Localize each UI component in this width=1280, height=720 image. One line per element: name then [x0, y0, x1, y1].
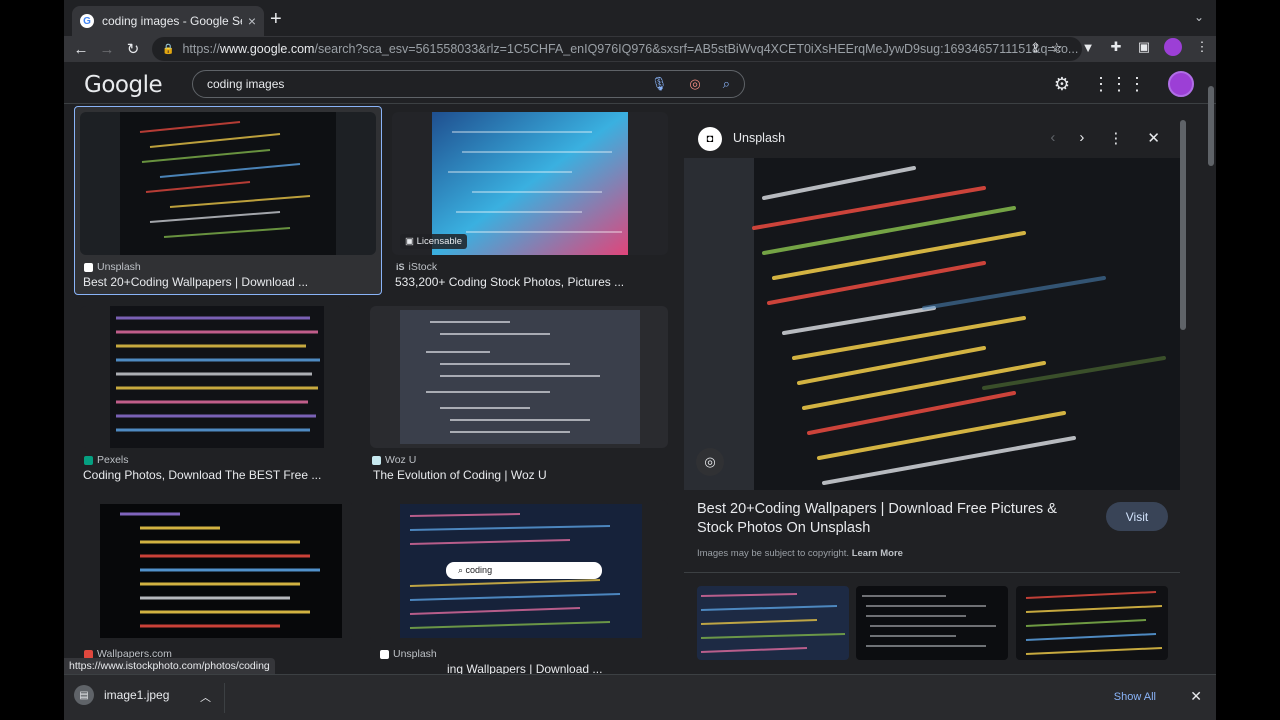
preview-scrollbar[interactable] — [1180, 120, 1186, 330]
preview-header: ◘ Unsplash ‹ › ⋮ ✕ — [684, 120, 1180, 158]
close-tab-icon[interactable]: × — [248, 13, 256, 29]
related-image[interactable] — [856, 586, 1008, 660]
preview-controls: ‹ › ⋮ ✕ — [1050, 129, 1160, 147]
back-icon[interactable]: ← — [68, 41, 94, 58]
url-prefix: https:// — [182, 42, 220, 56]
chevron-up-icon[interactable]: ︿ — [200, 689, 211, 705]
licensable-badge: ▣ Licensable — [400, 234, 468, 249]
preview-title[interactable]: Best 20+Coding Wallpapers | Download Fre… — [697, 500, 1097, 538]
source-name: Unsplash — [393, 648, 437, 660]
divider — [684, 572, 1180, 573]
status-bar-url: https://www.istockphoto.com/photos/codin… — [64, 658, 275, 674]
download-filename: image1.jpeg — [104, 688, 170, 702]
header-actions: ⚙ ⋮⋮⋮ — [1054, 71, 1194, 97]
preview-source[interactable]: Unsplash — [733, 131, 785, 145]
source-name: Unsplash — [97, 261, 141, 273]
learn-more-link[interactable]: Learn More — [852, 548, 903, 559]
result-source: iS iStock — [396, 261, 437, 273]
settings-gear-icon[interactable]: ⚙ — [1054, 74, 1070, 95]
tab-strip: G coding images - Google Search × + ⌄ — [64, 0, 1216, 36]
source-name: iStock — [408, 261, 438, 273]
result-title[interactable]: Coding Photos, Download The BEST Free ..… — [83, 468, 321, 482]
source-name: Pexels — [97, 454, 129, 466]
downloads-bar: ▤ image1.jpeg ︿ Show All ✕ — [64, 674, 1216, 720]
new-tab-button[interactable]: + — [270, 8, 282, 31]
overlay-text: coding — [465, 565, 493, 575]
search-icon[interactable]: ⌕ — [723, 76, 730, 92]
badge-text: Licensable — [416, 236, 463, 247]
related-image[interactable] — [1016, 586, 1168, 660]
url-host: www.google.com — [219, 42, 315, 56]
unsplash-logo-icon: ◘ — [698, 127, 722, 151]
preview-image[interactable]: ◎ — [684, 158, 1180, 490]
unsplash-icon — [84, 262, 93, 272]
browser-window: G coding images - Google Search × + ⌄ ← … — [64, 0, 1216, 720]
side-panel-icon[interactable]: ▣ — [1136, 39, 1152, 55]
divider — [224, 683, 225, 713]
copyright-notice: Images may be subject to copyright. Lear… — [697, 548, 903, 559]
unsplash-icon — [380, 649, 389, 659]
file-icon: ▤ — [74, 685, 94, 705]
more-options-icon[interactable]: ⋮ — [1108, 129, 1123, 147]
google-favicon-icon: G — [80, 14, 94, 28]
google-apps-icon[interactable]: ⋮⋮⋮ — [1092, 74, 1146, 95]
google-header: Google coding images 🎙 ◎ ⌕ ⚙ ⋮⋮⋮ — [64, 62, 1216, 104]
source-name: Woz U — [385, 454, 417, 466]
previous-icon[interactable]: ‹ — [1050, 129, 1055, 147]
close-downloads-icon[interactable]: ✕ — [1190, 688, 1202, 705]
extensions-puzzle-icon[interactable]: ✚ — [1108, 39, 1124, 55]
account-avatar[interactable] — [1168, 71, 1194, 97]
result-thumbnail[interactable] — [80, 112, 376, 255]
result-title[interactable]: The Evolution of Coding | Woz U — [373, 468, 547, 482]
browser-toolbar: ← → ↻ 🔒 https://www.google.com/search?sc… — [64, 36, 1216, 62]
copyright-text: Images may be subject to copyright. — [697, 548, 850, 559]
url-path: /search?sca_esv=561558033&rlz=1C5CHFA_en… — [314, 42, 1079, 56]
lens-search-icon[interactable]: ◎ — [689, 76, 700, 92]
lens-search-icon[interactable]: ◎ — [696, 448, 724, 476]
coding-search-overlay: ⌕ coding — [458, 565, 493, 575]
result-thumbnail[interactable] — [370, 306, 668, 448]
show-all-button[interactable]: Show All — [1114, 691, 1156, 703]
forward-icon[interactable]: → — [94, 41, 120, 58]
result-title[interactable]: Best 20+Coding Wallpapers | Download ... — [83, 275, 308, 289]
close-preview-icon[interactable]: ✕ — [1147, 129, 1160, 147]
browser-tab[interactable]: G coding images - Google Search × — [72, 6, 264, 36]
result-thumbnail[interactable] — [80, 500, 352, 642]
tab-search-chevron-icon[interactable]: ⌄ — [1194, 10, 1204, 24]
next-icon[interactable]: › — [1079, 129, 1084, 147]
reload-icon[interactable]: ↻ — [120, 40, 146, 58]
profile-avatar[interactable] — [1164, 38, 1182, 56]
omnibox-actions: ⇪ ☆ — [1030, 40, 1063, 56]
address-bar[interactable]: 🔒 https://www.google.com/search?sca_esv=… — [152, 37, 1082, 61]
wozu-icon — [372, 455, 381, 465]
share-icon[interactable]: ⇪ — [1030, 40, 1041, 56]
google-logo[interactable]: Google — [84, 72, 163, 98]
result-source: Pexels — [84, 454, 129, 466]
voice-search-icon[interactable]: 🎙 — [651, 76, 668, 92]
result-thumbnail[interactable] — [370, 500, 668, 642]
visit-button[interactable]: Visit — [1106, 502, 1168, 531]
lock-icon[interactable]: 🔒 — [162, 44, 174, 55]
result-source: Unsplash — [380, 648, 437, 660]
page-scrollbar[interactable] — [1208, 86, 1214, 166]
pexels-icon — [84, 455, 93, 465]
image-preview-panel: ◘ Unsplash ‹ › ⋮ ✕ ◎ Best 20+Coding Wall… — [684, 120, 1180, 660]
vpn-extension-icon[interactable]: ▼ — [1080, 40, 1096, 55]
istock-icon: iS — [396, 262, 405, 272]
tab-title: coding images - Google Search — [101, 14, 242, 28]
result-thumbnail[interactable] — [80, 306, 352, 448]
result-source: Unsplash — [84, 261, 141, 273]
search-box[interactable]: coding images 🎙 ◎ ⌕ — [192, 70, 745, 98]
toolbar-icons: ▼ ✚ ▣ ⋮ — [1080, 38, 1210, 56]
related-image[interactable] — [697, 586, 849, 660]
result-source: Woz U — [372, 454, 416, 466]
browser-menu-icon[interactable]: ⋮ — [1194, 39, 1210, 55]
bookmark-star-icon[interactable]: ☆ — [1051, 40, 1063, 56]
result-title[interactable]: 533,200+ Coding Stock Photos, Pictures .… — [395, 275, 624, 289]
download-item[interactable]: ▤ image1.jpeg — [74, 685, 169, 705]
search-query: coding images — [207, 77, 285, 91]
